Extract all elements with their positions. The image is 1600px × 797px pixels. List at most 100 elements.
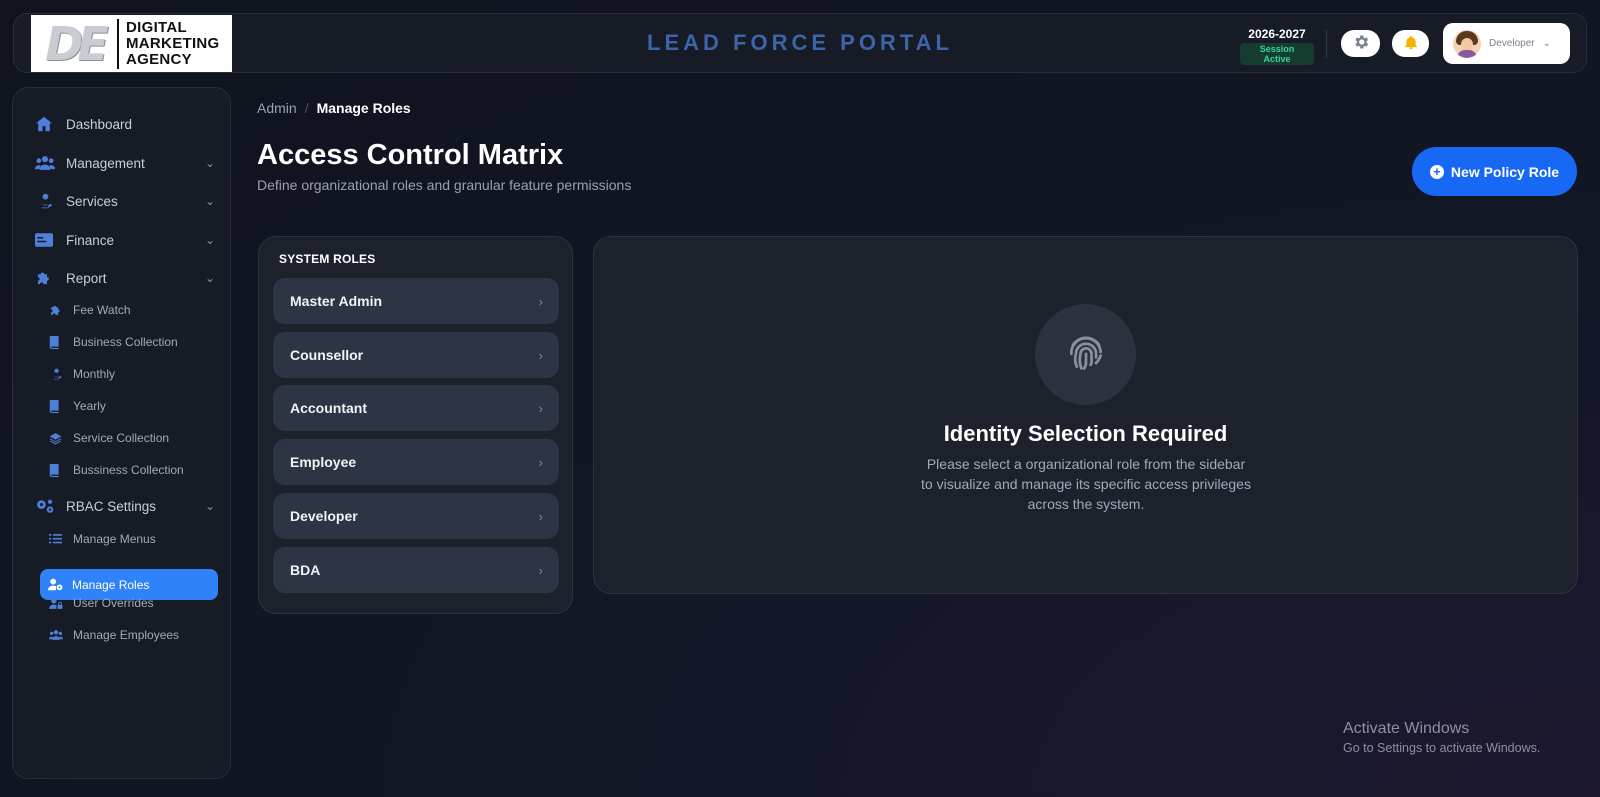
header-divider: [1326, 30, 1327, 58]
settings-button[interactable]: [1341, 30, 1380, 57]
sidebar-subitem-manage-menus[interactable]: Manage Menus: [41, 524, 219, 554]
page-subtitle: Define organizational roles and granular…: [257, 177, 632, 193]
sidebar-item-dashboard[interactable]: Dashboard: [35, 111, 215, 137]
system-roles-heading: SYSTEM ROLES: [279, 252, 376, 266]
users-icon: [49, 628, 65, 642]
layers-icon: [49, 431, 65, 445]
user-name: Developer: [1489, 38, 1535, 49]
logo-divider: [117, 18, 119, 69]
session-status-badge: Session Active: [1240, 43, 1314, 65]
sidebar-subitem-business-collection[interactable]: Business Collection: [41, 327, 219, 357]
chevron-right-icon: ›: [538, 400, 543, 416]
breadcrumb-admin-link[interactable]: Admin: [257, 100, 297, 116]
top-bar: DE DIGITAL MARKETING AGENCY LEAD FORCE P…: [13, 13, 1587, 73]
sidebar-subitem-manage-employees[interactable]: Manage Employees: [41, 620, 219, 650]
logo-line-1: DIGITAL: [126, 18, 187, 36]
role-item-accountant[interactable]: Accountant ›: [273, 385, 559, 431]
sidebar-subitem-label: Fee Watch: [73, 303, 131, 317]
role-item-developer[interactable]: Developer ›: [273, 493, 559, 539]
sidebar-item-label: Services: [66, 193, 118, 209]
empty-state-text: Please select a organizational role from…: [904, 454, 1268, 514]
chevron-right-icon: ›: [538, 454, 543, 470]
sidebar-item-label: Dashboard: [66, 116, 133, 132]
role-item-master-admin[interactable]: Master Admin ›: [273, 278, 559, 324]
avatar: [1453, 29, 1481, 58]
hand-coin-icon: [35, 192, 57, 210]
puzzle-icon: [35, 269, 57, 287]
plus-circle-icon: +: [1429, 164, 1444, 179]
role-label: Developer: [290, 508, 358, 524]
sidebar-item-label: Report: [66, 270, 107, 286]
chevron-down-icon: ⌄: [204, 194, 215, 208]
sidebar-subitem-label: Monthly: [73, 367, 116, 381]
role-label: Accountant: [290, 400, 367, 416]
session-year: 2026-2027: [1248, 27, 1306, 41]
chevron-right-icon: ›: [538, 508, 543, 524]
hand-coin-icon: [49, 367, 65, 381]
empty-state-line-2: to visualize and manage its specific acc…: [921, 476, 1251, 492]
breadcrumb-separator: /: [304, 100, 309, 116]
agency-logo[interactable]: DE DIGITAL MARKETING AGENCY: [31, 15, 232, 72]
gears-icon: [35, 497, 57, 515]
chevron-right-icon: ›: [538, 293, 543, 309]
card-icon: [35, 231, 57, 249]
role-item-bda[interactable]: BDA ›: [273, 547, 559, 593]
sidebar-subitem-yearly[interactable]: Yearly: [41, 391, 219, 421]
sidebar-item-finance[interactable]: Finance ⌄: [35, 227, 215, 253]
users-icon: [35, 154, 57, 172]
logo-text: DIGITAL MARKETING AGENCY: [126, 18, 220, 68]
sidebar-item-rbac-settings[interactable]: RBAC Settings ⌄: [35, 493, 215, 519]
sidebar-subitem-monthly[interactable]: Monthly: [41, 359, 219, 389]
windows-activation-watermark: Activate Windows Go to Settings to activ…: [1343, 720, 1540, 755]
logo-mark: DE: [45, 16, 109, 71]
chevron-right-icon: ›: [538, 347, 543, 363]
sidebar-subitem-label: User Overrides: [73, 596, 154, 610]
sidebar-subitem-user-overrides[interactable]: User Overrides: [41, 588, 219, 618]
chevron-down-icon: ⌄: [204, 499, 215, 513]
chevron-down-icon: ⌄: [204, 271, 215, 285]
logo-line-3: AGENCY: [126, 50, 192, 68]
book-icon: [49, 335, 65, 349]
bell-icon: [1403, 34, 1419, 54]
system-roles-panel: SYSTEM ROLES Master Admin › Counsellor ›…: [258, 236, 573, 614]
empty-state-title: Identity Selection Required: [943, 421, 1228, 446]
puzzle-icon: [49, 303, 65, 317]
home-icon: [35, 115, 57, 133]
sidebar-subitem-label: Bussiness Collection: [73, 463, 184, 477]
chevron-down-icon: ⌄: [204, 156, 215, 170]
sidebar-item-management[interactable]: Management ⌄: [35, 150, 215, 176]
role-label: Counsellor: [290, 347, 364, 363]
sidebar-subitem-label: Service Collection: [73, 431, 170, 445]
session-info: 2026-2027 Session Active: [1240, 27, 1314, 67]
breadcrumb: Admin / Manage Roles: [257, 100, 411, 116]
watermark-title: Activate Windows: [1343, 720, 1470, 737]
role-item-counsellor[interactable]: Counsellor ›: [273, 332, 559, 378]
sidebar-subitem-service-collection[interactable]: Service Collection: [41, 423, 219, 453]
sidebar-subitem-label: Business Collection: [73, 335, 178, 349]
user-menu[interactable]: Developer ⌄: [1443, 23, 1570, 64]
user-lock-icon: [49, 596, 65, 610]
sidebar-subitem-label: Manage Menus: [73, 532, 156, 546]
breadcrumb-current: Manage Roles: [316, 100, 411, 116]
empty-state-line-3: across the system.: [1027, 496, 1145, 512]
logo-line-2: MARKETING: [126, 34, 220, 52]
role-detail-panel: Identity Selection Required Please selec…: [593, 236, 1578, 594]
role-label: Employee: [290, 454, 357, 470]
sidebar-item-services[interactable]: Services ⌄: [35, 188, 215, 214]
sidebar-subitem-bussiness-collection[interactable]: Bussiness Collection: [41, 455, 219, 485]
sidebar-item-label: Finance: [66, 232, 115, 248]
sidebar: Dashboard Management ⌄ Services ⌄ Financ…: [12, 87, 231, 779]
notifications-button[interactable]: [1392, 30, 1429, 57]
sidebar-subitem-label: Yearly: [73, 399, 106, 413]
chevron-right-icon: ›: [538, 562, 543, 578]
book-icon: [49, 463, 65, 477]
new-policy-role-button[interactable]: + New Policy Role: [1412, 147, 1577, 196]
sidebar-subitem-label: Manage Employees: [73, 628, 180, 642]
role-label: BDA: [290, 562, 321, 578]
role-item-employee[interactable]: Employee ›: [273, 439, 559, 485]
empty-state-line-1: Please select a organizational role from…: [926, 456, 1246, 472]
sidebar-item-report[interactable]: Report ⌄: [35, 265, 215, 291]
sidebar-subitem-fee-watch[interactable]: Fee Watch: [41, 295, 219, 325]
book-icon: [49, 399, 65, 413]
chevron-down-icon: ⌄: [204, 233, 215, 247]
